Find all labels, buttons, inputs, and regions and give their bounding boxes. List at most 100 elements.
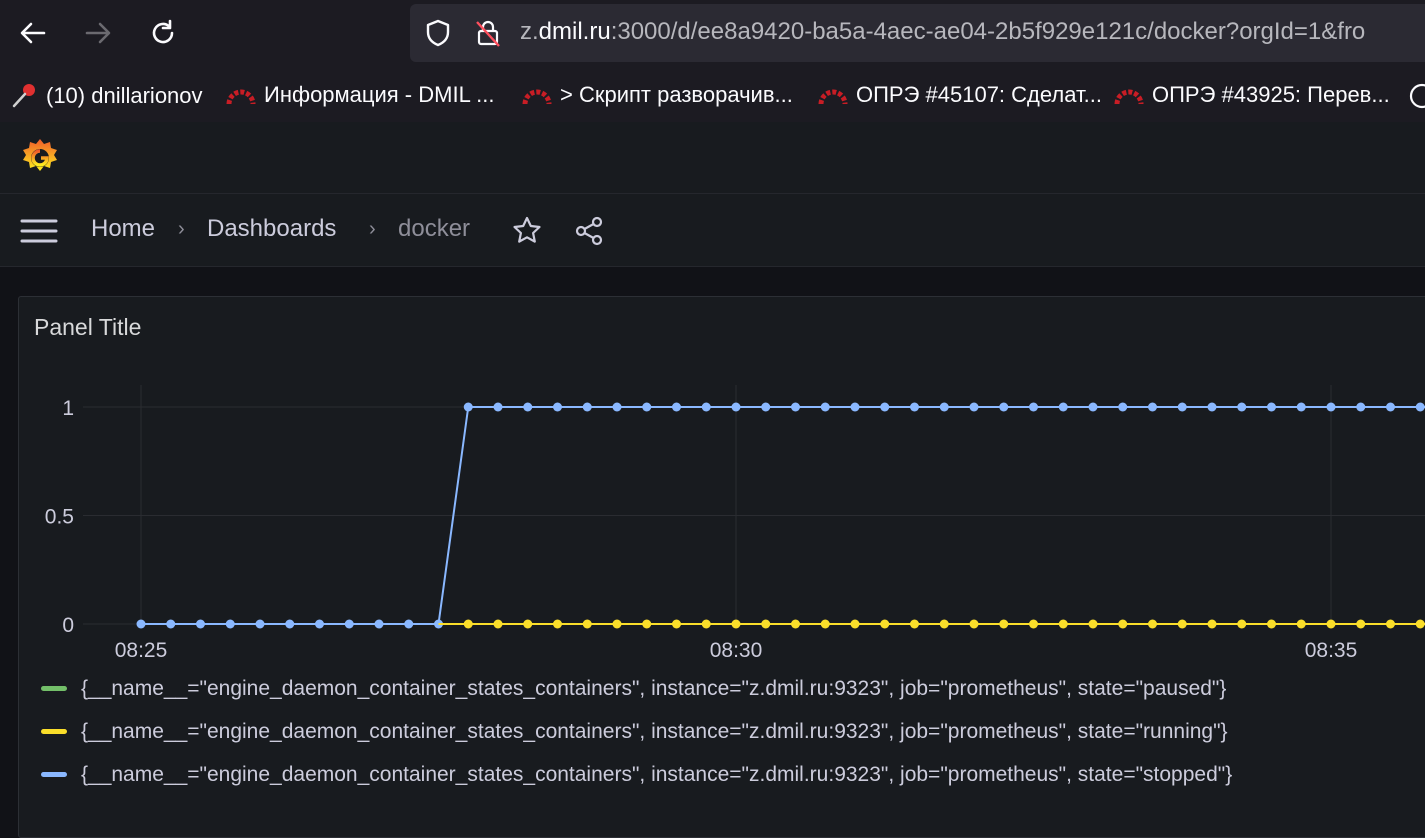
data-point — [1058, 402, 1068, 412]
y-tick-label: 0 — [62, 614, 74, 637]
data-point — [642, 619, 652, 629]
url-prefix: z. — [520, 18, 539, 45]
back-button[interactable] — [12, 12, 54, 54]
share-button[interactable] — [573, 215, 605, 252]
legend-item[interactable]: {__name__="engine_daemon_container_state… — [41, 667, 1232, 710]
data-point — [1386, 619, 1395, 629]
star-button[interactable] — [511, 215, 543, 252]
redmine-icon — [1114, 84, 1144, 106]
data-point — [1237, 402, 1247, 412]
bookmark-github[interactable] — [1408, 82, 1425, 110]
bookmark-skript[interactable]: > Скрипт разворачив... — [522, 82, 793, 108]
bookmark-dnillarionov[interactable]: (10) dnillarionov — [10, 82, 203, 110]
data-point — [910, 619, 919, 629]
data-point — [553, 402, 562, 412]
forward-arrow-icon — [85, 22, 111, 44]
breadcrumb-home[interactable]: Home — [91, 215, 155, 243]
data-point — [1296, 619, 1306, 629]
data-point — [582, 619, 592, 629]
legend-swatch-icon — [41, 686, 67, 691]
redmine-icon — [522, 84, 552, 106]
data-point — [820, 402, 830, 412]
data-point — [642, 402, 652, 412]
time-series-chart[interactable]: 0 0.5 1 08:25 08:30 08:35 — [19, 297, 1425, 667]
browser-toolbar: z.dmil.ru:3000/d/ee8a9420-ba5a-4aec-ae04… — [0, 0, 1425, 68]
data-point — [285, 619, 295, 629]
data-point — [1118, 402, 1128, 412]
menu-toggle-button[interactable] — [20, 218, 58, 249]
breadcrumb-separator-icon: › — [369, 218, 376, 240]
bookmarks-toolbar: (10) dnillarionov Информация - DMIL ... … — [0, 68, 1425, 123]
shield-icon[interactable] — [423, 18, 453, 48]
data-point — [1148, 619, 1157, 629]
data-point — [701, 619, 711, 629]
data-point — [731, 619, 741, 629]
forward-button[interactable] — [77, 12, 119, 54]
breadcrumb-dashboards[interactable]: Dashboards — [207, 215, 336, 243]
data-point — [1296, 402, 1306, 412]
data-point — [1386, 402, 1395, 412]
data-point — [850, 402, 860, 412]
bookmark-label: ОПРЭ #45107: Сделат... — [856, 82, 1102, 107]
grafana-logo-icon[interactable] — [18, 136, 62, 185]
share-icon — [575, 216, 603, 246]
data-point — [196, 619, 205, 629]
github-icon — [1408, 82, 1425, 110]
bookmark-label: ОПРЭ #43925: Перев... — [1152, 82, 1390, 107]
bookmark-label: (10) dnillarionov — [46, 83, 203, 108]
data-point — [1058, 619, 1068, 629]
data-point — [969, 402, 979, 412]
data-point — [493, 619, 503, 629]
legend-label: {__name__="engine_daemon_container_state… — [81, 762, 1233, 786]
data-point — [582, 402, 592, 412]
data-point — [761, 402, 771, 412]
bookmark-opre-43925[interactable]: ОПРЭ #43925: Перев... — [1114, 82, 1390, 108]
insecure-lock-icon[interactable] — [473, 18, 503, 48]
legend-item[interactable]: {__name__="engine_daemon_container_state… — [41, 753, 1232, 796]
reload-icon — [152, 19, 174, 44]
y-tick-label: 0.5 — [45, 506, 74, 529]
bookmark-label: Информация - DMIL ... — [264, 82, 495, 107]
data-point — [463, 619, 473, 629]
bookmark-label: > Скрипт разворачив... — [560, 82, 793, 107]
data-point — [701, 402, 711, 412]
data-point — [463, 402, 473, 412]
redmine-icon — [818, 84, 848, 106]
x-tick-label: 08:30 — [710, 639, 763, 662]
bookmark-opre-45107[interactable]: ОПРЭ #45107: Сделат... — [818, 82, 1102, 108]
data-point — [553, 619, 562, 629]
url-bar[interactable]: z.dmil.ru:3000/d/ee8a9420-ba5a-4aec-ae04… — [410, 4, 1425, 62]
data-point — [850, 619, 860, 629]
bookmark-informatsiya[interactable]: Информация - DMIL ... — [226, 82, 494, 108]
data-point — [1029, 402, 1038, 412]
data-point — [761, 619, 771, 629]
data-point — [791, 402, 800, 412]
data-point — [1177, 619, 1187, 629]
data-point — [1415, 619, 1425, 629]
data-point — [791, 619, 800, 629]
data-point — [1088, 402, 1098, 412]
data-point — [136, 619, 146, 629]
data-point — [1088, 619, 1098, 629]
url-text: z.dmil.ru:3000/d/ee8a9420-ba5a-4aec-ae04… — [520, 18, 1365, 46]
reload-button[interactable] — [142, 12, 184, 54]
legend-label: {__name__="engine_daemon_container_state… — [81, 719, 1228, 743]
grafana-navbar: Home › Dashboards › docker — [0, 194, 1425, 267]
data-point — [1267, 619, 1276, 629]
grafana-topbar — [0, 122, 1425, 194]
data-point — [731, 402, 741, 412]
data-point — [493, 402, 503, 412]
data-point — [672, 402, 681, 412]
data-point — [315, 619, 324, 629]
data-point — [255, 619, 265, 629]
chart-legend: {__name__="engine_daemon_container_state… — [41, 667, 1232, 796]
data-point — [612, 619, 622, 629]
url-host: dmil.ru — [538, 18, 611, 45]
data-point — [999, 402, 1009, 412]
data-point — [1029, 619, 1038, 629]
data-point — [999, 619, 1009, 629]
data-point — [880, 619, 890, 629]
data-point — [1326, 402, 1336, 412]
data-point — [880, 402, 890, 412]
legend-item[interactable]: {__name__="engine_daemon_container_state… — [41, 710, 1232, 753]
